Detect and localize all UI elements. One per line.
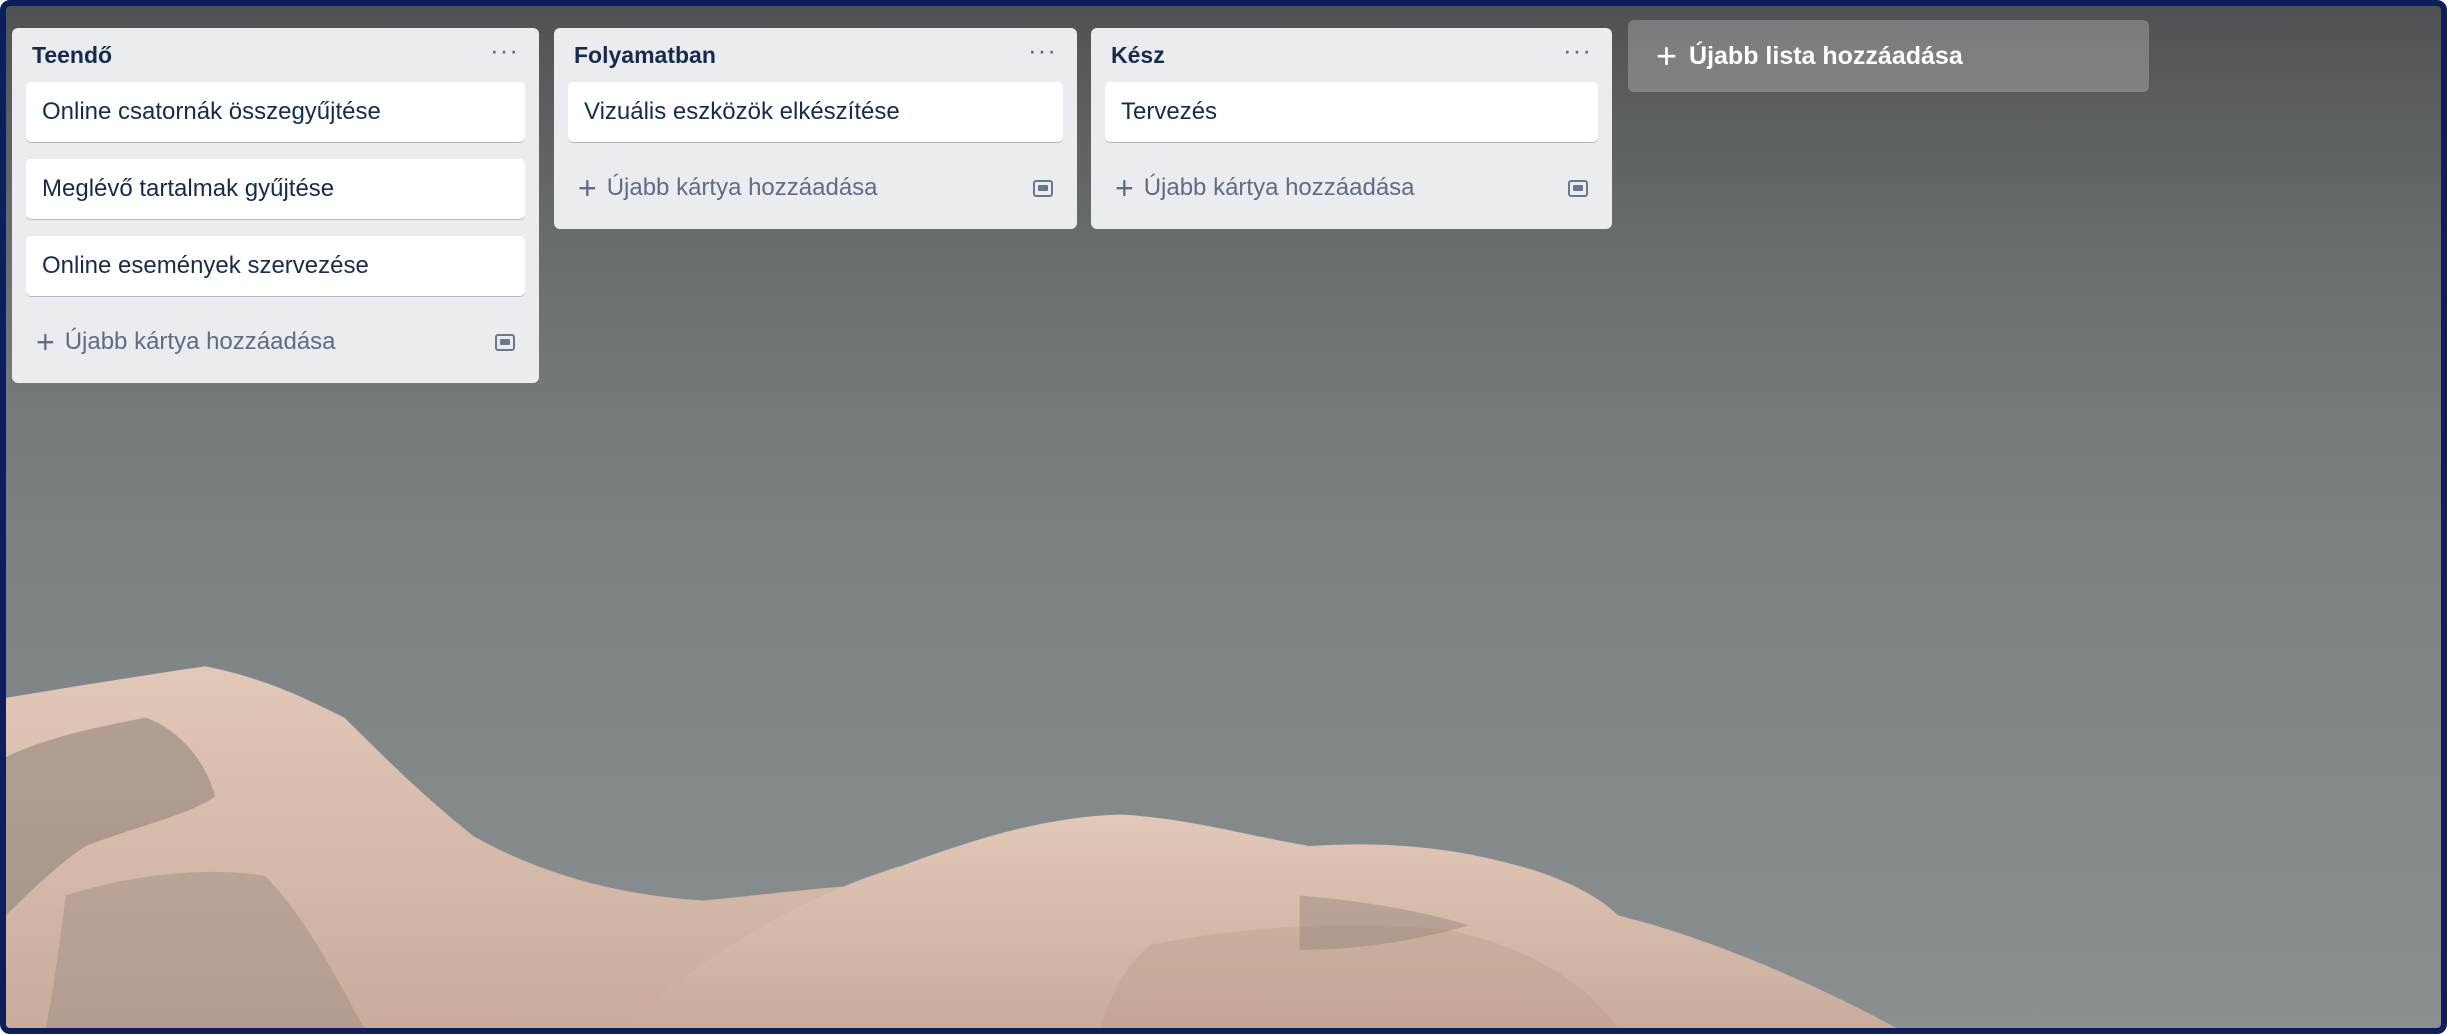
add-card-label-group: + Újabb kártya hozzáadása <box>1115 172 1415 204</box>
card[interactable]: Online csatornák összegyűjtése <box>26 82 525 142</box>
card-template-icon[interactable] <box>1568 179 1588 197</box>
list-title[interactable]: Kész <box>1111 42 1165 69</box>
ellipsis-icon[interactable]: ··· <box>1028 37 1057 73</box>
list-header: Teendő ··· <box>26 28 525 82</box>
add-list-label: Újabb lista hozzáadása <box>1689 41 1963 70</box>
card[interactable]: Meglévő tartalmak gyűjtése <box>26 159 525 219</box>
list-kesz: Kész ··· Tervezés + Újabb kártya hozzáad… <box>1091 28 1612 229</box>
add-card-label: Újabb kártya hozzáadása <box>64 328 336 355</box>
list-folyamatban: Folyamatban ··· Vizuális eszközök elkész… <box>554 28 1077 229</box>
add-card-label-group: + Újabb kártya hozzáadása <box>578 172 878 204</box>
plus-icon: + <box>1656 35 1678 76</box>
add-card-label-group: + Újabb kártya hozzáadása <box>36 326 336 358</box>
card[interactable]: Tervezés <box>1105 82 1598 142</box>
list-teendo: Teendő ··· Online csatornák összegyűjtés… <box>12 28 539 383</box>
plus-icon: + <box>578 170 597 206</box>
plus-icon: + <box>1115 170 1134 206</box>
add-card-label: Újabb kártya hozzáadása <box>1143 174 1415 201</box>
card[interactable]: Vizuális eszközök elkészítése <box>568 82 1063 142</box>
add-card-button[interactable]: + Újabb kártya hozzáadása <box>568 159 1063 217</box>
card[interactable]: Online események szervezése <box>26 236 525 296</box>
add-card-button[interactable]: + Újabb kártya hozzáadása <box>26 313 525 371</box>
plus-icon: + <box>36 324 55 360</box>
board-canvas: Teendő ··· Online csatornák összegyűjtés… <box>0 0 2447 1034</box>
list-header: Kész ··· <box>1105 28 1598 82</box>
ellipsis-icon[interactable]: ··· <box>490 37 519 73</box>
add-card-button[interactable]: + Újabb kártya hozzáadása <box>1105 159 1598 217</box>
card-template-icon[interactable] <box>495 333 515 351</box>
list-header: Folyamatban ··· <box>568 28 1063 82</box>
list-title[interactable]: Teendő <box>32 42 112 69</box>
add-list-button[interactable]: + Újabb lista hozzáadása <box>1628 20 2149 92</box>
list-title[interactable]: Folyamatban <box>574 42 716 69</box>
ellipsis-icon[interactable]: ··· <box>1563 37 1592 73</box>
add-card-label: Újabb kártya hozzáadása <box>606 174 878 201</box>
card-template-icon[interactable] <box>1033 179 1053 197</box>
